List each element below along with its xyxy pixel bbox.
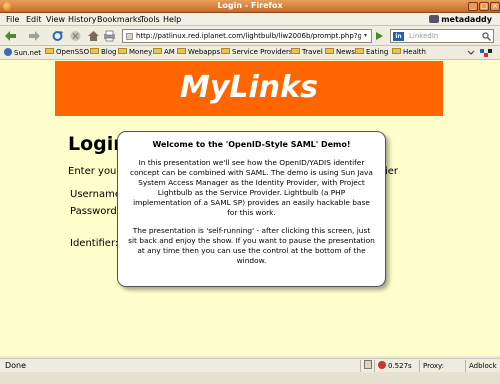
welcome-dialog[interactable]: Welcome to the 'OpenID-Style SAML' Demo!… (117, 131, 386, 287)
bookmark-am[interactable]: AM (153, 48, 175, 56)
site-logo-text: MyLinks (180, 70, 318, 105)
bottom-edge (0, 372, 500, 384)
forward-arrow-icon[interactable] (28, 30, 41, 42)
timer-icon (378, 361, 386, 369)
search-input[interactable]: LinkedIn (409, 32, 438, 40)
menu-tools[interactable]: Tools (140, 15, 160, 24)
search-bar[interactable]: in LinkedIn (390, 29, 494, 43)
load-time-segment: 0.527s (374, 360, 418, 372)
bookmark-service-providers[interactable]: Service Providers (221, 48, 293, 56)
bookmarks-toolbar: Sun.net OpenSSO Blog Money AM Webapps Se… (0, 46, 500, 60)
account-menu[interactable]: metadaddy (429, 15, 492, 24)
bookmark-label: Blog (101, 48, 117, 56)
search-engine-icon[interactable]: in (393, 32, 404, 41)
status-text: Done (5, 361, 27, 370)
menu-bookmarks[interactable]: Bookmarks (97, 15, 142, 24)
menu-history[interactable]: History (68, 15, 96, 24)
bookmark-label: Travel (302, 48, 323, 56)
account-icon (429, 15, 440, 23)
dialog-intro-text: In this presentation we'll see how the O… (130, 158, 373, 217)
url-text[interactable]: http://patlinux.red.iplanet.com/lightbul… (136, 32, 361, 40)
window-titlebar: Login - Firefox _ □ × (0, 0, 500, 13)
menu-bar: File Edit View History Bookmarks Tools H… (0, 13, 500, 26)
bookmark-label: AM (164, 48, 175, 56)
menu-help[interactable]: Help (163, 15, 181, 24)
page-content: MyLinks Login Enter your A ier Username:… (0, 60, 500, 356)
bookmark-sun-net[interactable]: Sun.net (4, 48, 41, 57)
instructions-text-end: ier (385, 166, 399, 177)
folder-icon (177, 48, 186, 54)
menu-file[interactable]: File (6, 15, 19, 24)
page-favicon (126, 33, 133, 40)
home-icon[interactable] (87, 30, 100, 42)
bookmark-opensso[interactable]: OpenSSO (45, 48, 89, 56)
bookmark-label: News (336, 48, 355, 56)
folder-icon (90, 48, 99, 54)
window-title: Login - Firefox (217, 1, 283, 10)
bookmark-extras-icon[interactable] (466, 48, 494, 58)
bookmark-label: Health (403, 48, 426, 56)
navigation-toolbar: http://patlinux.red.iplanet.com/lightbul… (0, 26, 500, 46)
bookmark-label: Eating (366, 48, 389, 56)
bookmark-health[interactable]: Health (392, 48, 426, 56)
status-bar: Done 0.527s Proxy: None Adblock (0, 358, 500, 382)
bookmark-label: OpenSSO (56, 48, 90, 56)
page-info-segment[interactable] (360, 360, 372, 372)
folder-icon (291, 48, 300, 54)
dialog-title: Welcome to the 'OpenID-Style SAML' Demo! (152, 140, 351, 149)
load-time: 0.527s (388, 362, 412, 370)
bookmark-webapps[interactable]: Webapps (177, 48, 220, 56)
menu-view[interactable]: View (46, 15, 65, 24)
bookmark-label: Service Providers (232, 48, 293, 56)
site-banner: MyLinks (55, 61, 443, 116)
sun-favicon-icon (4, 48, 12, 56)
bookmark-blog[interactable]: Blog (90, 48, 116, 56)
bookmark-label: Money (129, 48, 153, 56)
proxy-status[interactable]: Proxy: None (419, 360, 463, 382)
bookmark-money[interactable]: Money (118, 48, 152, 56)
password-label: Password: (70, 206, 121, 217)
go-arrow-icon[interactable] (375, 31, 384, 41)
maximize-button[interactable]: □ (479, 2, 489, 11)
back-arrow-icon[interactable] (4, 30, 17, 42)
identifier-label: Identifier: (70, 238, 119, 249)
bookmark-eating[interactable]: Eating (355, 48, 388, 56)
folder-icon (153, 48, 162, 54)
folder-icon (392, 48, 401, 54)
folder-icon (118, 48, 127, 54)
document-icon (364, 360, 372, 369)
search-icon[interactable] (482, 32, 491, 41)
menu-edit[interactable]: Edit (26, 15, 42, 24)
bookmark-travel[interactable]: Travel (291, 48, 323, 56)
reload-icon[interactable] (51, 30, 64, 42)
folder-icon (45, 48, 54, 54)
bookmark-label: Sun.net (14, 49, 42, 57)
stop-icon[interactable] (69, 30, 82, 42)
adblock-status[interactable]: Adblock (465, 360, 500, 372)
dialog-instructions-text: The presentation is 'self-running' - aft… (128, 226, 375, 265)
folder-icon (221, 48, 230, 54)
close-button[interactable]: × (490, 2, 500, 11)
folder-icon (325, 48, 334, 54)
print-icon[interactable] (103, 30, 116, 42)
folder-icon (355, 48, 364, 54)
url-dropdown-icon[interactable]: ▾ (361, 31, 370, 41)
address-bar[interactable]: http://patlinux.red.iplanet.com/lightbul… (122, 29, 372, 43)
account-name: metadaddy (441, 15, 492, 24)
minimize-button[interactable]: _ (468, 2, 478, 11)
bookmark-label: Webapps (188, 48, 221, 56)
bookmark-news[interactable]: News (325, 48, 355, 56)
